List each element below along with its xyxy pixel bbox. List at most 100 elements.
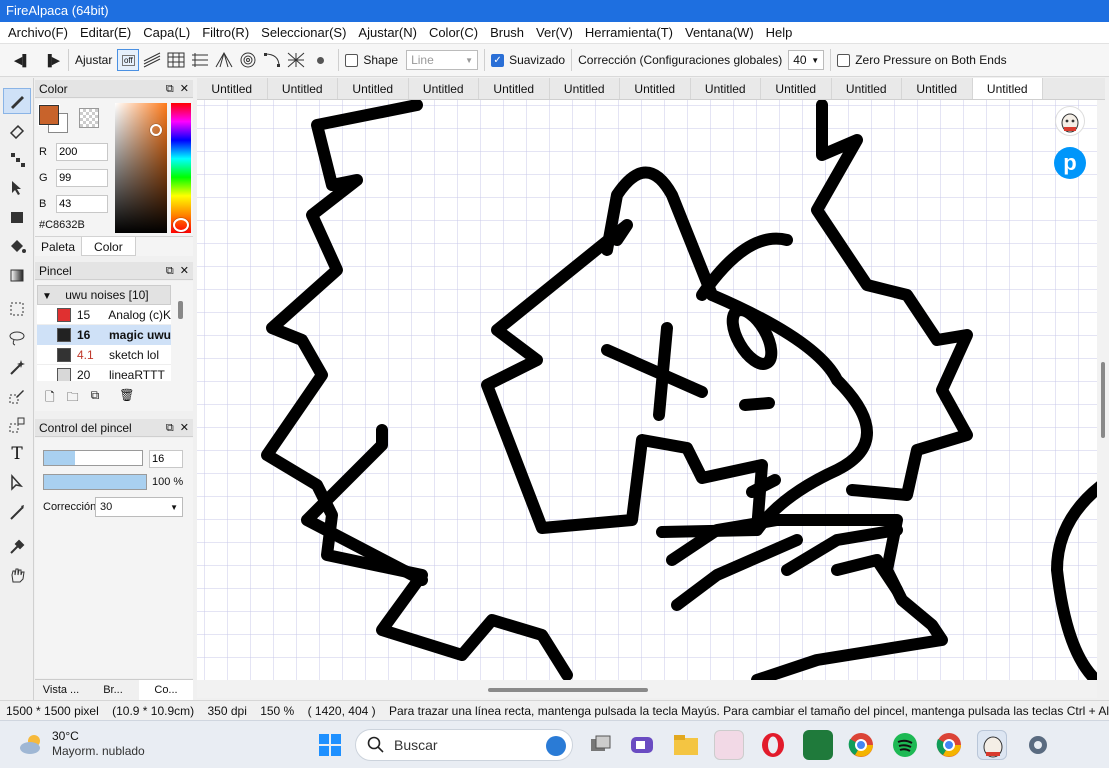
list-item[interactable]: 16 magic uwu (37, 325, 171, 345)
menu-filtro[interactable]: Filtro(R) (196, 22, 255, 44)
eyedropper-tool[interactable] (3, 533, 31, 559)
tab-untitled[interactable]: Untitled (902, 78, 973, 99)
menu-seleccionar[interactable]: Seleccionar(S) (255, 22, 352, 44)
snap-parallel-button[interactable] (141, 49, 163, 71)
settings-gear-icon[interactable] (1023, 730, 1053, 760)
hand-tool[interactable] (3, 562, 31, 588)
select-rect-tool[interactable] (3, 296, 31, 322)
snap-concentric-button[interactable] (237, 49, 259, 71)
menu-brush[interactable]: Brush (484, 22, 530, 44)
list-item[interactable]: 15 Analog (c)K (37, 305, 171, 325)
tab-untitled[interactable]: Untitled (197, 78, 268, 99)
menu-ajustar[interactable]: Ajustar(N) (352, 22, 423, 44)
list-item[interactable]: 20 lineaRTTT (37, 365, 171, 381)
suavizado-checkbox[interactable]: ✓ (491, 53, 505, 67)
menu-color[interactable]: Color(C) (423, 22, 484, 44)
hue-slider[interactable] (171, 103, 191, 233)
select-pen-tool[interactable] (3, 383, 31, 409)
snap-radial-button[interactable] (285, 49, 307, 71)
size-slider[interactable] (43, 450, 143, 466)
g-input[interactable] (56, 169, 109, 187)
next-icon[interactable]: ▐▶ (42, 50, 62, 70)
snap-cross-button[interactable] (189, 49, 211, 71)
dot-tool[interactable] (3, 146, 31, 172)
tab-color[interactable]: Color (81, 237, 136, 256)
tab-untitled-active[interactable]: Untitled (972, 78, 1043, 99)
opacity-slider[interactable] (43, 474, 147, 490)
weather-widget[interactable]: 30°C Mayorm. nublado (18, 729, 145, 759)
new-folder-icon[interactable]: 🗀 (67, 388, 79, 409)
alpaca-mascot-icon[interactable] (1055, 106, 1085, 136)
tab-untitled[interactable]: Untitled (691, 78, 761, 99)
tab-untitled[interactable]: Untitled (409, 78, 479, 99)
gradient-tool[interactable] (3, 262, 31, 288)
snap-dot-button[interactable] (309, 49, 331, 71)
float-icon[interactable]: ⧉ (166, 422, 174, 434)
tab-paleta[interactable]: Paleta (35, 237, 81, 256)
horizontal-scroll-thumb[interactable] (488, 688, 648, 692)
tab-untitled[interactable]: Untitled (761, 78, 832, 99)
brush-group-row[interactable]: ▼ uwu noises [10] (37, 285, 171, 305)
frame-divider-tool[interactable] (3, 499, 31, 525)
menu-ver[interactable]: Ver(V) (530, 22, 579, 44)
tab-brush[interactable]: Br... (87, 680, 139, 700)
tab-untitled[interactable]: Untitled (620, 78, 691, 99)
close-icon[interactable]: ✕ (180, 265, 189, 277)
hex-value[interactable]: #C8632B (39, 219, 85, 231)
size-input[interactable] (149, 450, 183, 468)
chrome-profile-icon[interactable] (934, 730, 964, 760)
zero-pressure-checkbox[interactable] (837, 53, 851, 67)
lasso-tool[interactable] (3, 325, 31, 351)
vertical-scroll-thumb[interactable] (1101, 362, 1105, 438)
taskbar-search[interactable]: Buscar (355, 729, 573, 761)
snap-grid-button[interactable] (165, 49, 187, 71)
new-brush-icon[interactable]: 🗋 (45, 388, 55, 409)
saturation-value-picker[interactable] (115, 103, 167, 233)
select-eraser-tool[interactable] (3, 412, 31, 438)
operation-tool[interactable] (3, 470, 31, 496)
brush-correccion-select[interactable]: 30 ▼ (95, 497, 183, 517)
chrome-icon[interactable] (846, 730, 876, 760)
tab-untitled[interactable]: Untitled (268, 78, 338, 99)
correccion-global-select[interactable]: 40 ▼ (788, 50, 825, 70)
menu-ventana[interactable]: Ventana(W) (679, 22, 760, 44)
magic-wand-tool[interactable] (3, 354, 31, 380)
menu-capa[interactable]: Capa(L) (137, 22, 196, 44)
tab-color-bottom[interactable]: Co... (139, 680, 193, 700)
snap-perspective-button[interactable] (213, 49, 235, 71)
tab-untitled[interactable]: Untitled (832, 78, 902, 99)
text-tool[interactable]: T (3, 441, 31, 467)
shape-checkbox[interactable] (345, 53, 359, 67)
opera-icon[interactable] (758, 730, 788, 760)
move-tool[interactable] (3, 175, 31, 201)
transparent-swatch[interactable] (79, 108, 99, 128)
picker-cursor[interactable] (150, 124, 162, 136)
tab-untitled[interactable]: Untitled (550, 78, 620, 99)
brush-list-scrollbar[interactable] (178, 301, 183, 319)
prev-icon[interactable]: ◀▌ (12, 50, 32, 70)
shape-select[interactable]: Line ▼ (406, 50, 479, 70)
menu-help[interactable]: Help (760, 22, 799, 44)
float-icon[interactable]: ⧉ (166, 83, 174, 95)
tab-untitled[interactable]: Untitled (338, 78, 409, 99)
tab-untitled[interactable]: Untitled (479, 78, 550, 99)
meet-icon[interactable] (627, 730, 657, 760)
snap-curve-button[interactable] (261, 49, 283, 71)
trash-icon[interactable]: 🗑 (119, 388, 134, 409)
r-input[interactable] (56, 143, 109, 161)
menu-archivo[interactable]: Archivo(F) (2, 22, 74, 44)
solitaire-icon[interactable] (803, 730, 833, 760)
task-view-icon[interactable] (585, 730, 615, 760)
fill-rect-tool[interactable] (3, 204, 31, 230)
pixiv-icon[interactable]: p (1054, 147, 1086, 179)
duplicate-icon[interactable]: ⧉ (91, 388, 100, 409)
list-item[interactable]: 4.1 sketch lol (37, 345, 171, 365)
file-explorer-icon[interactable] (671, 730, 701, 760)
tab-vista[interactable]: Vista ... (35, 680, 87, 700)
close-icon[interactable]: ✕ (180, 422, 189, 434)
firealpaca-taskbar-icon[interactable] (977, 730, 1007, 760)
eraser-tool[interactable] (3, 117, 31, 143)
menu-editar[interactable]: Editar(E) (74, 22, 137, 44)
snap-off-button[interactable]: off (117, 49, 140, 71)
vertical-scrollbar[interactable] (1097, 100, 1109, 680)
